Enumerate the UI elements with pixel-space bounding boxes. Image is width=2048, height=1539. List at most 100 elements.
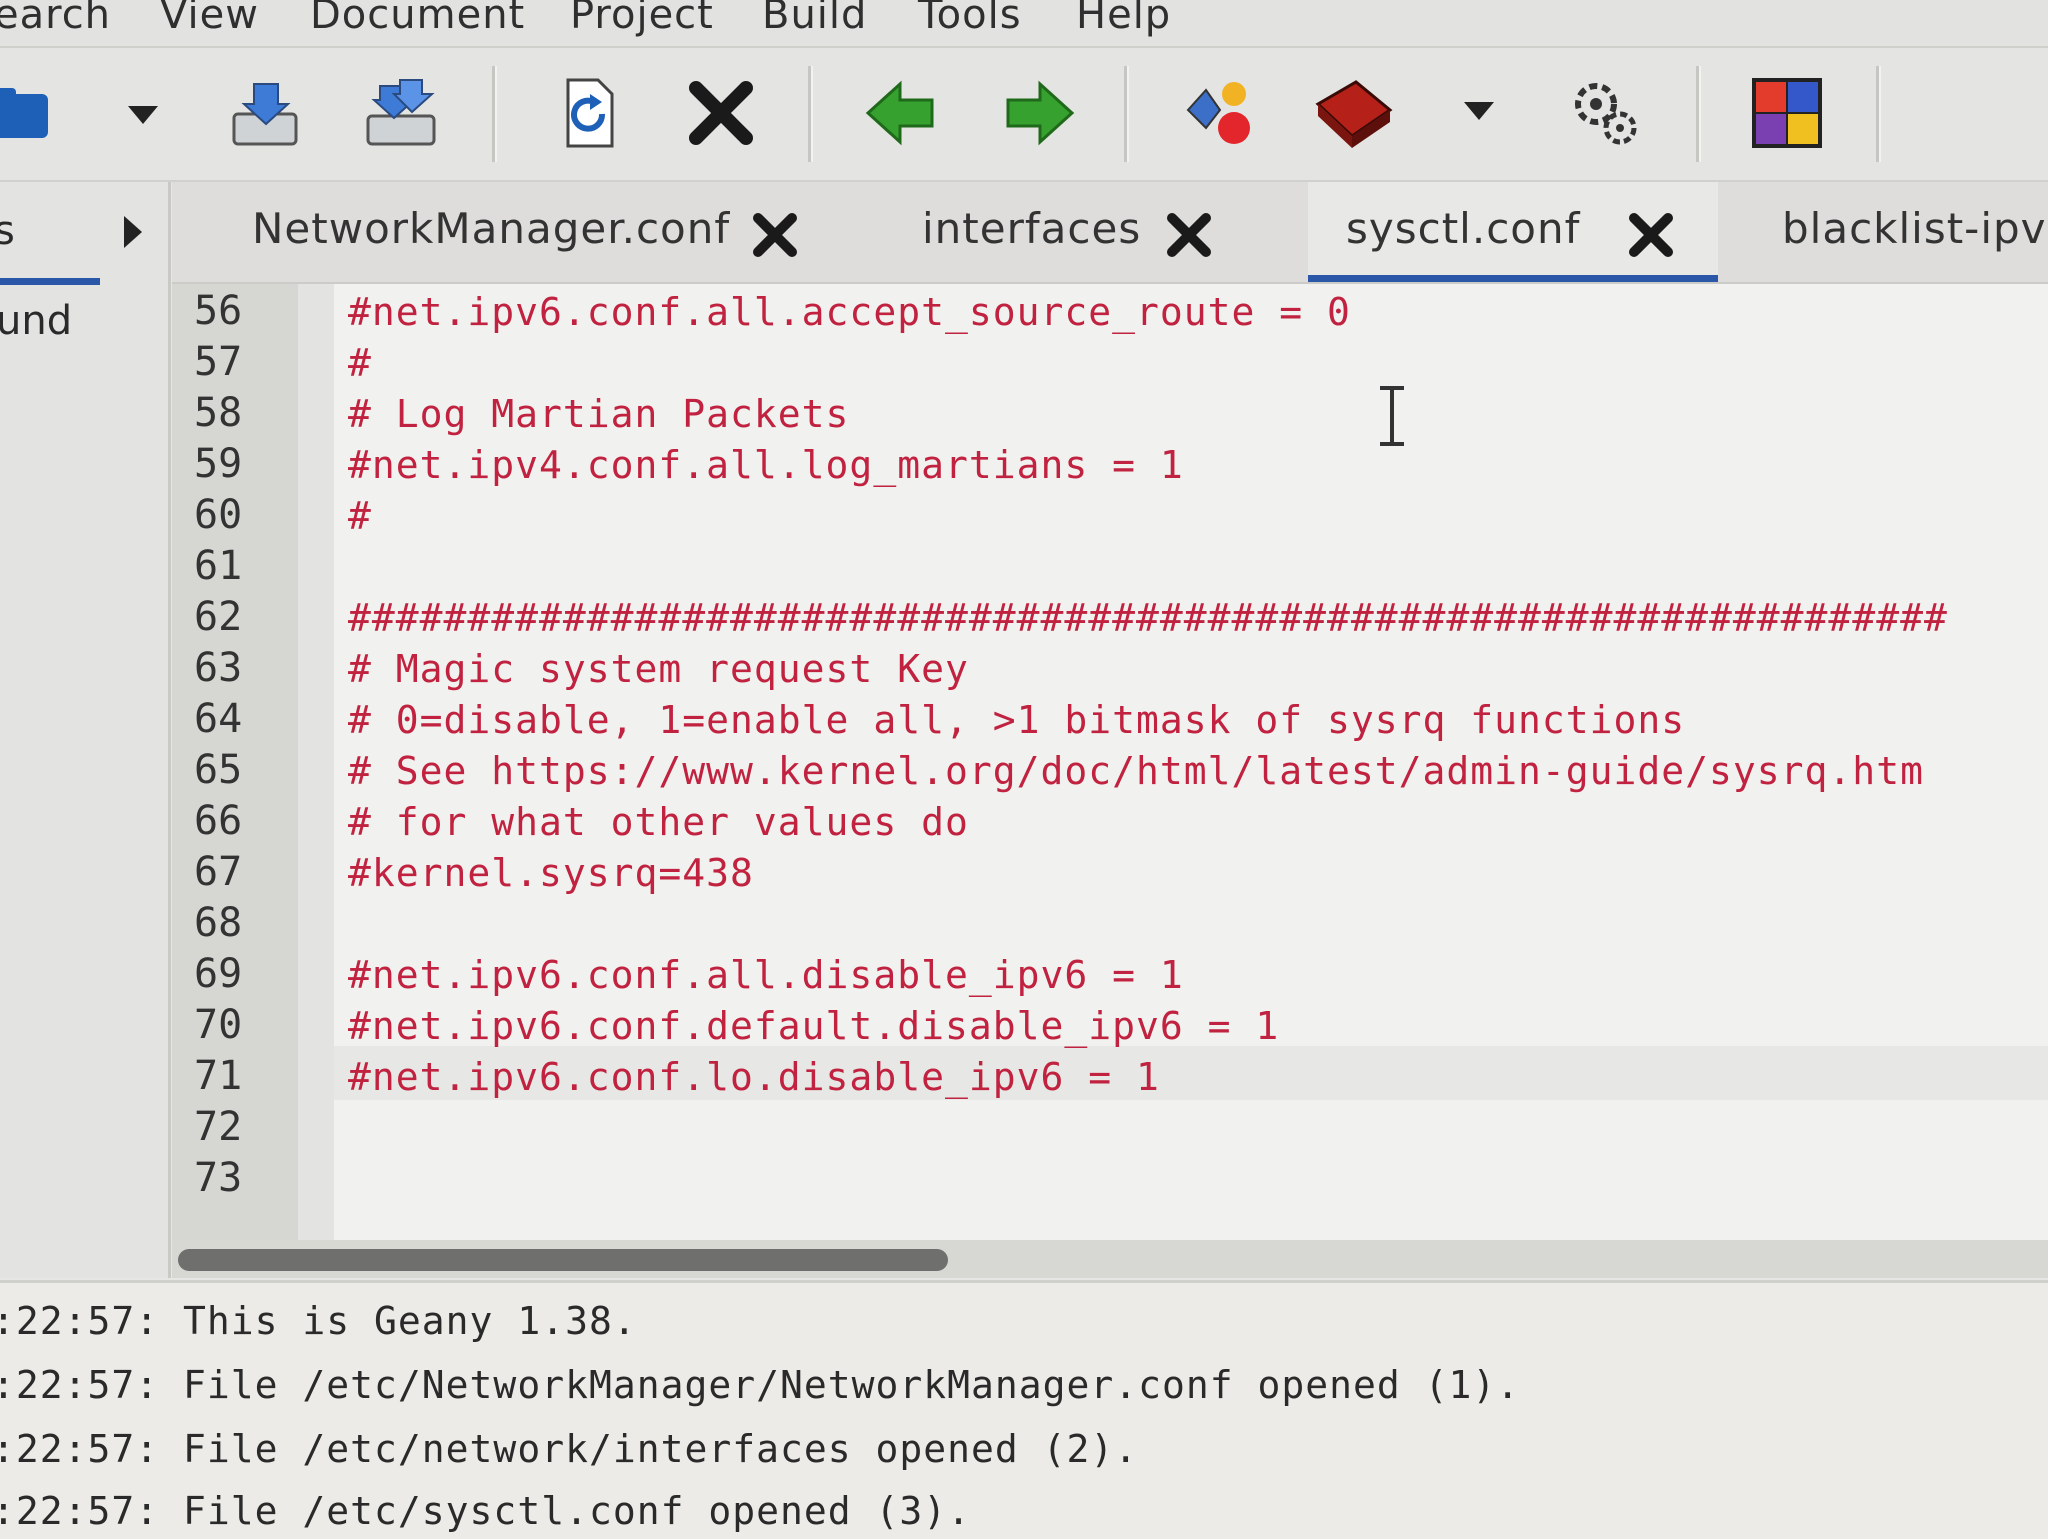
- color-chooser-button[interactable]: [1744, 70, 1830, 156]
- line-number: 56: [194, 288, 243, 334]
- line-number: 60: [194, 492, 243, 538]
- code-line[interactable]: #net.ipv6.conf.all.accept_source_route =…: [348, 290, 1351, 334]
- tab-blacklist-ipv6[interactable]: blacklist-ipv: [1718, 182, 2048, 282]
- close-icon: [689, 81, 753, 145]
- save-all-icon: [366, 79, 436, 146]
- menu-build[interactable]: Build: [762, 0, 867, 38]
- code-line[interactable]: #net.ipv6.conf.default.disable_ipv6 = 1: [348, 1004, 1279, 1048]
- code-line[interactable]: #: [348, 341, 372, 385]
- build-button[interactable]: [1310, 70, 1396, 156]
- line-number: 72: [194, 1104, 243, 1150]
- line-number: 73: [194, 1155, 243, 1201]
- save-button[interactable]: [224, 70, 310, 156]
- line-number: 59: [194, 441, 243, 487]
- horizontal-scrollbar[interactable]: [172, 1240, 2048, 1278]
- message-line: :22:57: File /etc/NetworkManager/Network…: [0, 1363, 1521, 1407]
- tab-close-icon[interactable]: [1624, 208, 1678, 262]
- compile-icon: [1186, 82, 1250, 144]
- line-number: 63: [194, 645, 243, 691]
- open-recent-dropdown[interactable]: [100, 70, 186, 156]
- menu-tools[interactable]: Tools: [918, 0, 1022, 38]
- tab-networkmanager-conf[interactable]: NetworkManager.conf: [172, 182, 822, 282]
- tab-label: blacklist-ipv: [1782, 204, 2047, 253]
- menu-search[interactable]: earch: [0, 0, 111, 38]
- line-number: 62: [194, 594, 243, 640]
- line-number: 64: [194, 696, 243, 742]
- sidebar-tab-label[interactable]: s: [0, 208, 15, 254]
- document-tab-bar: NetworkManager.conf interfaces sysctl.co…: [172, 182, 2048, 284]
- tab-interfaces[interactable]: interfaces: [822, 182, 1242, 282]
- menu-help[interactable]: Help: [1076, 0, 1171, 38]
- line-number: 68: [194, 900, 243, 946]
- code-line[interactable]: #net.ipv4.conf.all.log_martians = 1: [348, 443, 1184, 487]
- toolbar-separator: [1696, 66, 1701, 162]
- active-tab-indicator: [1308, 275, 1718, 282]
- build-dropdown-button[interactable]: [1436, 70, 1522, 156]
- line-number: 71: [194, 1053, 243, 1099]
- line-number: 58: [194, 390, 243, 436]
- tab-close-icon[interactable]: [1162, 208, 1216, 262]
- compile-button[interactable]: [1176, 70, 1262, 156]
- menu-project[interactable]: Project: [570, 0, 714, 38]
- code-line[interactable]: #kernel.sysrq=438: [348, 851, 754, 895]
- text-cursor-icon: [1380, 386, 1404, 446]
- menu-document[interactable]: Document: [310, 0, 525, 38]
- tab-label: interfaces: [922, 204, 1142, 253]
- tab-label: sysctl.conf: [1346, 204, 1581, 253]
- save-all-button[interactable]: [360, 70, 446, 156]
- tab-label: NetworkManager.conf: [252, 204, 731, 253]
- line-number: 65: [194, 747, 243, 793]
- line-number: 67: [194, 849, 243, 895]
- scrollbar-thumb[interactable]: [178, 1249, 948, 1271]
- sidebar-item[interactable]: und: [0, 298, 72, 344]
- line-number: 61: [194, 543, 243, 589]
- tab-sysctl-conf[interactable]: sysctl.conf: [1308, 182, 1718, 282]
- menu-bar: earch View Document Project Build Tools …: [0, 0, 2048, 48]
- code-line[interactable]: # Log Martian Packets: [348, 392, 849, 436]
- sidebar-tab-indicator: [0, 278, 100, 285]
- reload-icon: [566, 78, 614, 148]
- message-line: :22:57: File /etc/network/interfaces ope…: [0, 1427, 1139, 1471]
- forward-button[interactable]: [996, 70, 1082, 156]
- execute-button[interactable]: [1562, 70, 1648, 156]
- code-line[interactable]: ########################################…: [348, 596, 1948, 640]
- open-button[interactable]: [0, 70, 66, 156]
- forward-icon: [1006, 80, 1075, 146]
- reload-button[interactable]: [546, 70, 632, 156]
- line-number: 70: [194, 1002, 243, 1048]
- sidebar: s und: [0, 182, 171, 1278]
- code-line[interactable]: # for what other values do: [348, 800, 969, 844]
- tab-close-icon[interactable]: [748, 208, 802, 262]
- code-line[interactable]: #net.ipv6.conf.lo.disable_ipv6 = 1: [348, 1055, 1160, 1099]
- toolbar-separator: [808, 66, 813, 162]
- toolbar-separator: [1876, 66, 1881, 162]
- message-window: :22:57: This is Geany 1.38. :22:57: File…: [0, 1280, 2048, 1539]
- close-file-button[interactable]: [678, 70, 764, 156]
- menu-view[interactable]: View: [160, 0, 259, 38]
- code-editor[interactable]: 56 #net.ipv6.conf.all.accept_source_route…: [172, 284, 2048, 1240]
- toolbar-separator: [1124, 66, 1129, 162]
- sidebar-next-tab-icon[interactable]: [124, 216, 142, 248]
- line-number: 57: [194, 339, 243, 385]
- code-line[interactable]: #: [348, 494, 372, 538]
- code-line[interactable]: # Magic system request Key: [348, 647, 969, 691]
- message-line: :22:57: File /etc/sysctl.conf opened (3)…: [0, 1489, 971, 1533]
- back-icon: [865, 80, 934, 146]
- toolbar: [0, 48, 2048, 182]
- build-dropdown-icon: [1464, 102, 1494, 120]
- code-line[interactable]: # 0=disable, 1=enable all, >1 bitmask of…: [348, 698, 1685, 742]
- dropdown-icon: [128, 106, 158, 124]
- toolbar-separator: [492, 66, 497, 162]
- line-number: 69: [194, 951, 243, 997]
- code-line[interactable]: #net.ipv6.conf.all.disable_ipv6 = 1: [348, 953, 1184, 997]
- save-icon: [232, 83, 298, 146]
- message-line: :22:57: This is Geany 1.38.: [0, 1299, 637, 1343]
- fold-margin: [298, 284, 334, 1240]
- execute-icon: [1575, 83, 1637, 145]
- code-line[interactable]: # See https://www.kernel.org/doc/html/la…: [348, 749, 1924, 793]
- build-icon: [1315, 80, 1393, 148]
- color-chooser-icon: [1752, 78, 1822, 148]
- line-number: 66: [194, 798, 243, 844]
- back-button[interactable]: [858, 70, 944, 156]
- open-icon: [0, 88, 48, 138]
